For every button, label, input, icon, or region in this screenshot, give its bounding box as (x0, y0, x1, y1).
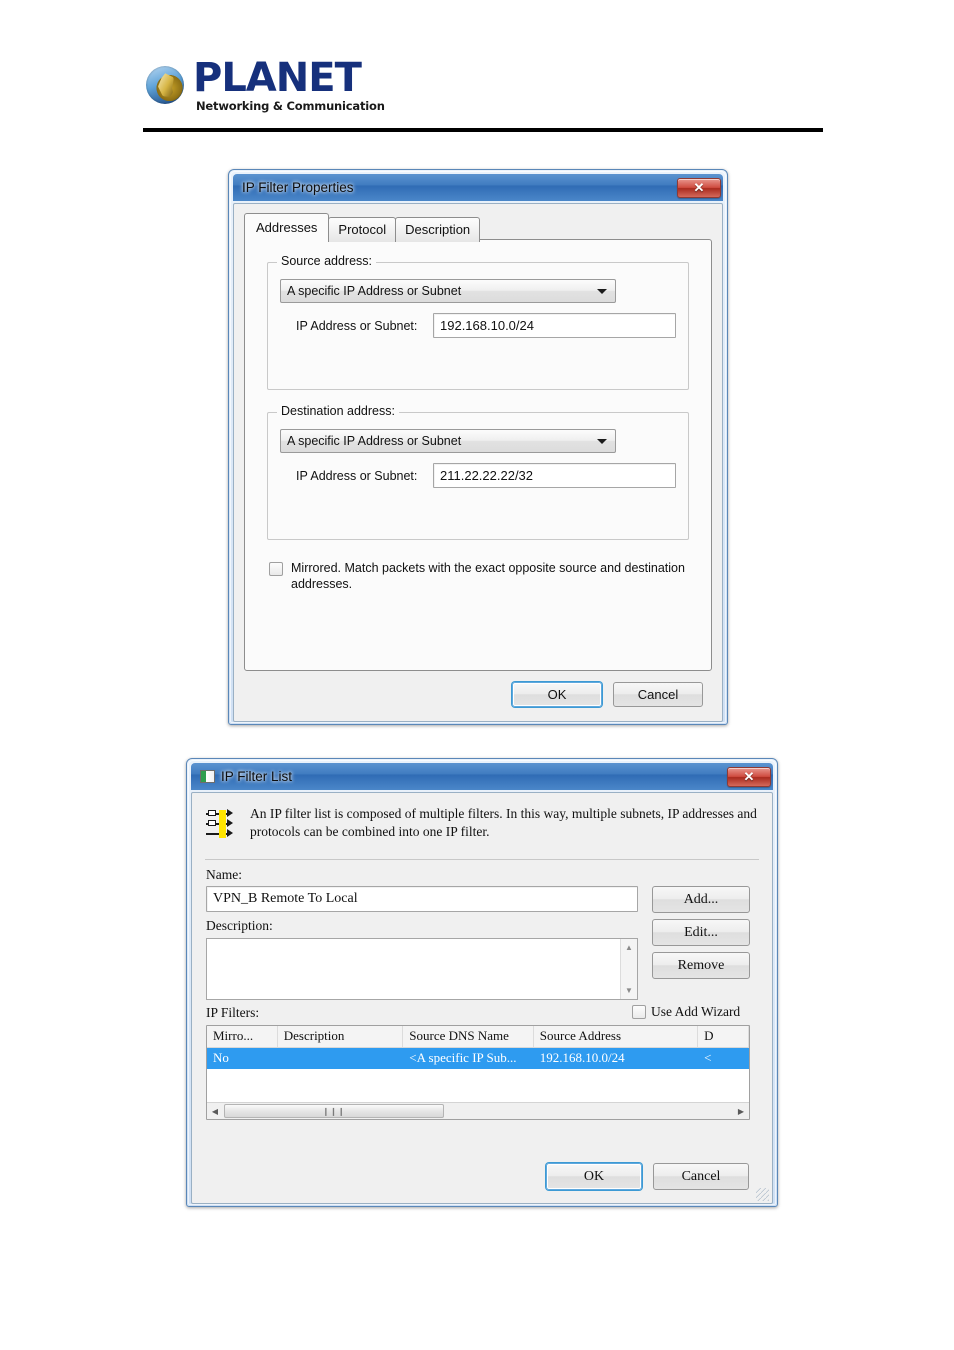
destination-ip-subnet-label: IP Address or Subnet: (296, 469, 418, 483)
horizontal-scrollbar[interactable]: ◀ ❙❙❙ ▶ (207, 1102, 749, 1119)
tab-protocol[interactable]: Protocol (328, 217, 397, 242)
scroll-right-icon[interactable]: ▶ (733, 1104, 749, 1119)
ip-filters-table[interactable]: Mirro... Description Source DNS Name Sou… (206, 1025, 750, 1120)
name-input[interactable]: VPN_B Remote To Local (206, 886, 638, 912)
page-header: PLANET Networking & Communication (0, 0, 954, 140)
resize-grip-icon[interactable] (756, 1188, 769, 1201)
source-ip-subnet-value: 192.168.10.0/24 (440, 318, 534, 333)
source-address-type-dropdown[interactable]: A specific IP Address or Subnet (280, 279, 616, 303)
mirrored-checkbox[interactable] (269, 562, 283, 576)
chevron-down-icon (597, 288, 607, 294)
scroll-down-icon[interactable]: ▼ (621, 982, 637, 999)
filter-list-icon (200, 770, 215, 783)
titlebar: IP Filter List ✕ (191, 763, 773, 790)
scrollbar-thumb[interactable]: ❙❙❙ (224, 1104, 444, 1118)
scroll-left-icon[interactable]: ◀ (207, 1104, 223, 1119)
titlebar: IP Filter Properties ✕ (233, 174, 723, 201)
cell-mirrored: No (213, 1050, 229, 1065)
dialog-client-area: Addresses Protocol Description Source ad… (233, 203, 723, 722)
destination-address-type-dropdown[interactable]: A specific IP Address or Subnet (280, 429, 616, 453)
dialog-client-area: An IP filter list is composed of multipl… (191, 792, 773, 1204)
name-value: VPN_B Remote To Local (213, 891, 358, 906)
use-add-wizard-checkbox[interactable] (632, 1005, 646, 1019)
column-header-destination[interactable]: D (698, 1026, 749, 1047)
edit-button[interactable]: Edit... (652, 919, 750, 946)
column-header-source-dns-name[interactable]: Source DNS Name (403, 1026, 534, 1047)
dialog-title: IP Filter List (221, 769, 293, 784)
destination-ip-subnet-input[interactable]: 211.22.22.22/32 (433, 463, 676, 488)
destination-address-legend: Destination address: (277, 404, 399, 418)
table-row[interactable]: No <A specific IP Sub... 192.168.10.0/24… (207, 1048, 749, 1069)
tab-description[interactable]: Description (395, 217, 481, 242)
source-ip-subnet-input[interactable]: 192.168.10.0/24 (433, 313, 676, 338)
description-label: Description: (206, 918, 273, 933)
info-banner: An IP filter list is composed of multipl… (206, 805, 758, 842)
brand-name: PLANET (193, 55, 362, 101)
logo-text-block: PLANET Networking & Communication (193, 58, 385, 113)
tab-addresses[interactable]: Addresses (244, 213, 330, 242)
cell-destination: < (704, 1050, 712, 1065)
planet-globe-logo-icon (146, 66, 184, 105)
cancel-button[interactable]: Cancel (613, 682, 703, 707)
ip-filters-label: IP Filters: (206, 1005, 260, 1020)
close-icon[interactable]: ✕ (677, 177, 721, 198)
ip-filter-list-dialog: IP Filter List ✕ An IP filter list is co… (186, 758, 778, 1207)
tab-panel-addresses: Source address: A specific IP Address or… (244, 239, 712, 671)
column-header-mirrored[interactable]: Mirro... (207, 1026, 278, 1047)
source-address-type-value: A specific IP Address or Subnet (287, 284, 462, 298)
description-textarea[interactable]: ▲ ▼ (206, 938, 638, 1000)
destination-address-group: Destination address: A specific IP Addre… (267, 404, 689, 540)
cell-source-dns-name: <A specific IP Sub... (409, 1050, 517, 1065)
chevron-down-icon (597, 438, 607, 444)
scroll-up-icon[interactable]: ▲ (621, 939, 637, 956)
cell-description (278, 1048, 404, 1069)
name-label: Name: (206, 867, 242, 882)
description-scrollbar[interactable]: ▲ ▼ (620, 939, 637, 999)
source-address-legend: Source address: (277, 254, 377, 268)
divider (205, 859, 759, 860)
use-add-wizard-label: Use Add Wizard (651, 1004, 741, 1019)
mirrored-label: Mirrored. Match packets with the exact o… (291, 561, 685, 592)
ok-button[interactable]: OK (546, 1163, 642, 1190)
table-header-row: Mirro... Description Source DNS Name Sou… (207, 1026, 749, 1048)
brand-tagline: Networking & Communication (196, 99, 385, 113)
column-header-description[interactable]: Description (278, 1026, 404, 1047)
destination-ip-subnet-value: 211.22.22.22/32 (440, 468, 534, 483)
info-text: An IP filter list is composed of multipl… (250, 806, 757, 839)
ip-filter-properties-dialog: IP Filter Properties ✕ Addresses Protoco… (228, 169, 728, 725)
cancel-button[interactable]: Cancel (653, 1163, 749, 1190)
add-button[interactable]: Add... (652, 886, 750, 913)
ip-filter-list-icon (206, 808, 240, 842)
planet-logo: PLANET Networking & Communication (146, 58, 385, 113)
tab-strip: Addresses Protocol Description (244, 213, 481, 242)
ok-button[interactable]: OK (512, 682, 602, 707)
header-divider (143, 128, 823, 132)
source-ip-subnet-label: IP Address or Subnet: (296, 319, 418, 333)
remove-button[interactable]: Remove (652, 952, 750, 979)
column-header-source-address[interactable]: Source Address (534, 1026, 699, 1047)
dialog-title: IP Filter Properties (242, 180, 354, 195)
cell-source-address: 192.168.10.0/24 (539, 1050, 625, 1065)
source-address-group: Source address: A specific IP Address or… (267, 254, 689, 390)
destination-address-type-value: A specific IP Address or Subnet (287, 434, 462, 448)
close-icon[interactable]: ✕ (727, 766, 771, 787)
